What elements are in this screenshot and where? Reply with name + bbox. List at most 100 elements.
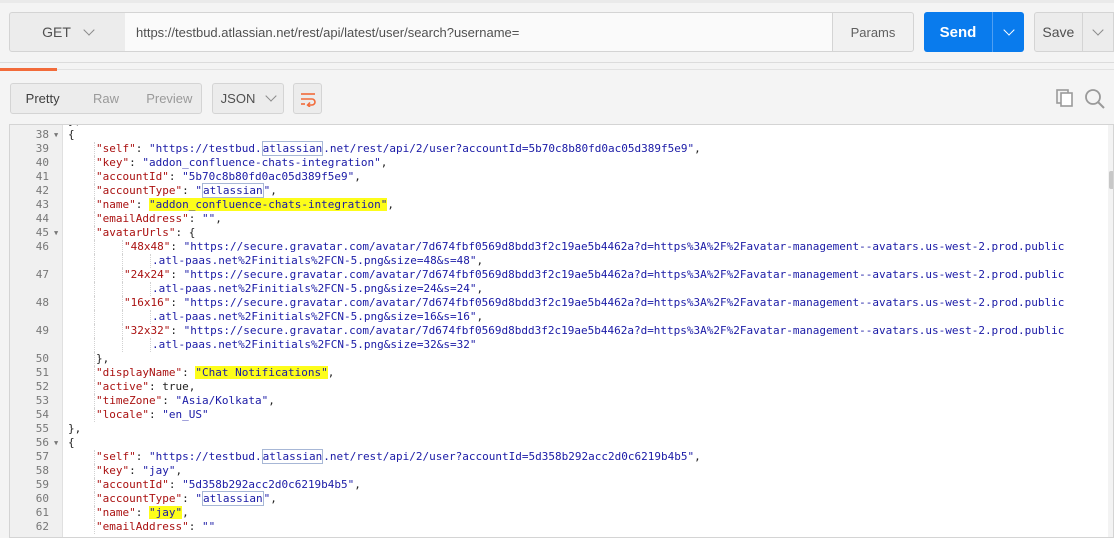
json-key: "self": [96, 142, 136, 155]
line-number: 38: [35, 128, 49, 141]
indent-guide: [94, 310, 95, 324]
line-number: 49: [35, 324, 49, 337]
fold-arrow-icon[interactable]: ▼: [54, 226, 58, 240]
json-punctuation: ,: [476, 254, 484, 267]
url-input[interactable]: https://testbud.atlassian.net/rest/api/l…: [125, 12, 833, 52]
json-string: "5d358b292acc2d0c6219b4b5": [182, 478, 355, 491]
code-text: .atl-paas.net%2Finitials%2FCN-5.png&size…: [152, 310, 483, 324]
code-text: "48x48": "https://secure.gravatar.com/av…: [124, 240, 1064, 254]
indent-guide: [94, 506, 95, 520]
code-line: 39 "self": "https://testbud.atlassian.net…: [10, 141, 1108, 156]
json-punctuation: :: [168, 170, 183, 183]
save-dropdown[interactable]: [1081, 13, 1113, 51]
code-text: "16x16": "https://secure.gravatar.com/av…: [124, 296, 1064, 310]
copy-icon[interactable]: [1055, 88, 1075, 108]
code-text: "active": true,: [96, 380, 195, 394]
format-label: JSON: [220, 91, 256, 106]
send-label[interactable]: Send: [924, 12, 992, 52]
json-punctuation: ,: [215, 212, 222, 225]
send-dropdown[interactable]: [992, 12, 1024, 52]
line-number: 60: [35, 492, 49, 505]
response-body-viewer[interactable]: 37},38▼{39"self": "https://testbud.atlas…: [9, 124, 1114, 538]
method-select[interactable]: GET: [9, 12, 126, 52]
save-button[interactable]: Save: [1034, 12, 1114, 52]
json-string: atlassian: [261, 449, 324, 464]
indent-guide: [150, 282, 151, 296]
line-number: 47: [35, 268, 49, 281]
indent-guide: [94, 450, 95, 464]
code-text: "accountType": "atlassian",: [96, 183, 277, 198]
tab-pretty[interactable]: Pretty: [11, 84, 74, 113]
indent-guide: [150, 310, 151, 324]
json-string: "https://secure.gravatar.com/avatar/7d67…: [183, 268, 1065, 281]
code-line: .atl-paas.net%2Finitials%2FCN-5.png&size…: [10, 310, 1108, 324]
fold-arrow-icon[interactable]: ▼: [54, 128, 58, 142]
code-text: "name": "jay",: [96, 506, 189, 520]
json-string: "jay": [142, 464, 176, 477]
json-punctuation: :: [162, 394, 176, 407]
line-number: 43: [35, 198, 49, 211]
json-string: atlassian: [201, 491, 264, 506]
json-key: "16x16": [124, 296, 171, 309]
code-line: 38 ▼ {: [10, 128, 1108, 142]
json-key: "32x32": [124, 324, 171, 337]
line-number: 62: [35, 520, 49, 533]
indent-guide: [94, 170, 95, 184]
code-line: 61 "name": "jay",: [10, 506, 1108, 520]
json-string: "Asia/Kolkata": [175, 394, 269, 407]
json-punctuation: ,: [327, 366, 335, 379]
code-line: 55},: [10, 422, 1108, 436]
json-punctuation: :: [129, 156, 143, 169]
line-number: 41: [35, 170, 49, 183]
indent-guide: [94, 254, 95, 268]
code-line: 44 "emailAddress": "",: [10, 212, 1108, 226]
json-key: "accountType": [96, 492, 183, 505]
code-text: {: [68, 436, 75, 450]
tab-preview[interactable]: Preview: [138, 84, 201, 113]
indent-guide: [94, 366, 95, 380]
json-punctuation: ,: [270, 492, 277, 505]
vertical-scrollbar[interactable]: [1108, 125, 1113, 537]
params-label: Params: [850, 24, 896, 40]
json-key: "48x48": [124, 240, 171, 253]
code-line: .atl-paas.net%2Finitials%2FCN-5.png&size…: [10, 254, 1108, 268]
code-line: 42 "accountType": "atlassian",: [10, 183, 1108, 198]
code-lines: 37},38▼{39"self": "https://testbud.atlas…: [10, 125, 1108, 534]
indent-guide: [94, 324, 95, 338]
code-line: 40 "key": "addon_confluence-chats-integra…: [10, 156, 1108, 170]
save-label[interactable]: Save: [1035, 13, 1082, 51]
wrap-lines-button[interactable]: [293, 83, 322, 114]
code-line: 62 "emailAddress": "": [10, 520, 1108, 534]
line-number: 40: [35, 156, 49, 169]
format-select[interactable]: JSON: [212, 83, 284, 114]
line-number: 61: [35, 506, 49, 519]
code-line: 49 "32x32": "https://secure.gravatar.com/…: [10, 324, 1108, 338]
line-number: 56: [35, 436, 49, 449]
tab-raw[interactable]: Raw: [74, 84, 137, 113]
params-button[interactable]: Params: [832, 12, 914, 52]
code-line: 52 "active": true,: [10, 380, 1108, 394]
send-button[interactable]: Send: [924, 12, 1024, 52]
json-string: ": [195, 492, 202, 505]
indent-guide: [122, 240, 123, 254]
code-text: },: [68, 422, 81, 436]
indent-guide: [122, 324, 123, 338]
code-text: "self": "https://testbud.atlassian.net/r…: [96, 449, 701, 464]
json-punctuation: },: [96, 352, 110, 365]
json-string: "addon_confluence-chats-integration": [149, 198, 388, 211]
code-text: "name": "addon_confluence-chats-integrat…: [96, 198, 394, 212]
code-text: "emailAddress": "": [96, 520, 215, 534]
scrollbar-thumb[interactable]: [1109, 171, 1113, 189]
indent-guide: [94, 408, 95, 422]
indent-guide: [94, 394, 95, 408]
fold-arrow-icon[interactable]: ▼: [54, 436, 58, 450]
code-text: "24x24": "https://secure.gravatar.com/av…: [124, 268, 1064, 282]
json-string: .atl-paas.net%2Finitials%2FCN-5.png&size…: [152, 254, 477, 267]
indent-guide: [94, 520, 95, 534]
json-string: atlassian: [261, 141, 324, 156]
search-icon[interactable]: [1084, 88, 1106, 110]
code-text: "emailAddress": "",: [96, 212, 222, 226]
line-number: 42: [35, 184, 49, 197]
json-punctuation: ,: [476, 282, 484, 295]
code-text: "self": "https://testbud.atlassian.net/r…: [96, 141, 701, 156]
